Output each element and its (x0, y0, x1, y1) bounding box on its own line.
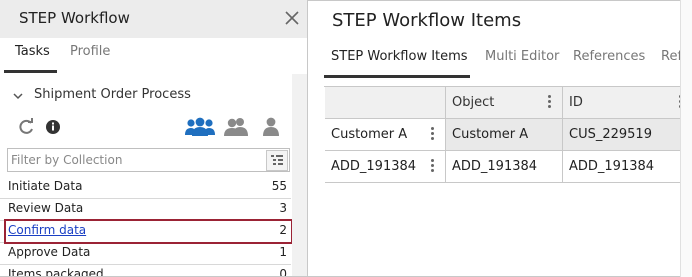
list-item-label: Review Data (8, 201, 84, 215)
process-label: Shipment Order Process (34, 87, 191, 102)
workflow-panel: STEP Workflow Tasks Profile Shipment Ord… (0, 0, 308, 276)
list-item[interactable]: Review Data 3 (0, 198, 291, 221)
table-cell[interactable]: ADD_191384 (563, 151, 691, 183)
filter-options-button[interactable] (266, 150, 288, 171)
list-item[interactable]: Approve Data 1 (0, 242, 291, 265)
row-menu-icon[interactable] (431, 127, 435, 141)
filter-field (7, 148, 290, 172)
tab-step-workflow-items[interactable]: STEP Workflow Items (331, 49, 468, 64)
active-tab-indicator (4, 70, 57, 73)
user-icon[interactable] (260, 116, 282, 138)
info-icon[interactable] (44, 116, 62, 138)
items-table: Object ID Customer A Customer A CUS_2295… (324, 86, 692, 183)
panel-title: STEP Workflow (19, 9, 130, 27)
panel-tabs: Tasks Profile (0, 38, 307, 72)
column-header-name[interactable] (325, 87, 446, 119)
workflow-items-panel: STEP Workflow Items STEP Workflow Items … (316, 0, 692, 277)
table-header-row: Object ID (325, 87, 692, 119)
list-item[interactable]: Initiate Data 55 (0, 176, 291, 199)
chevron-down-icon[interactable] (12, 90, 24, 102)
task-toolbar (0, 116, 300, 142)
filter-input[interactable] (11, 151, 261, 168)
list-item-label: Initiate Data (8, 179, 83, 193)
list-item-count: 55 (271, 179, 287, 193)
active-tab-indicator (324, 75, 470, 78)
list-item[interactable]: Items packaged 0 (0, 264, 291, 276)
process-group[interactable]: Shipment Order Process (0, 84, 300, 108)
table-row[interactable]: Customer A Customer A CUS_229519 (325, 119, 692, 151)
table-cell[interactable]: Customer A (325, 119, 446, 151)
table-cell[interactable]: CUS_229519 (563, 119, 691, 151)
row-menu-icon[interactable] (431, 159, 435, 173)
column-header-object[interactable]: Object (446, 87, 563, 119)
list-item-count: 3 (279, 201, 287, 215)
panel-header: STEP Workflow (0, 0, 307, 38)
table-cell[interactable]: Customer A (446, 119, 563, 151)
list-item-label: Items packaged (8, 267, 104, 276)
table-cell[interactable]: ADD_191384 (325, 151, 446, 183)
selection-highlight (4, 219, 293, 244)
users-icon[interactable] (223, 116, 249, 138)
column-menu-icon[interactable] (548, 95, 552, 109)
scrollbar[interactable] (292, 74, 307, 276)
table-row[interactable]: ADD_191384 ADD_191384 ADD_191384 (325, 151, 692, 183)
tab-tasks[interactable]: Tasks (15, 44, 50, 59)
close-icon[interactable] (282, 8, 302, 28)
tree-filter-icon (271, 155, 283, 165)
tab-profile[interactable]: Profile (70, 44, 110, 59)
page-title: STEP Workflow Items (332, 10, 522, 31)
group-users-icon[interactable] (184, 116, 216, 138)
refresh-icon[interactable] (16, 116, 36, 138)
table-cell[interactable]: ADD_191384 (446, 151, 563, 183)
list-item-count: 0 (279, 267, 287, 276)
items-tabs: STEP Workflow Items Multi Editor Referen… (316, 44, 692, 74)
column-header-id[interactable]: ID (563, 87, 691, 119)
list-item-label: Approve Data (8, 245, 91, 259)
tab-references[interactable]: References (573, 49, 645, 64)
scrollbar[interactable] (680, 0, 692, 277)
tab-multi-editor[interactable]: Multi Editor (485, 49, 559, 64)
list-item-count: 1 (279, 245, 287, 259)
